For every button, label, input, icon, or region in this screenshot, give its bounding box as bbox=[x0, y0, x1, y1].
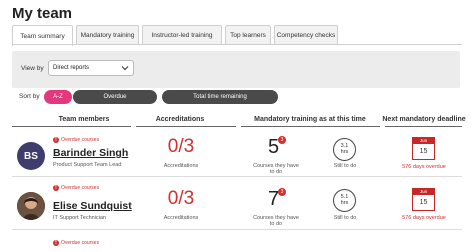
col-underline bbox=[12, 126, 131, 127]
col-mandatory-training: Mandatory training as at this time bbox=[254, 116, 366, 123]
avatar: BS bbox=[17, 142, 45, 170]
accreditations-label: Accreditations bbox=[163, 163, 199, 169]
deadline-overdue: 576 days overdue bbox=[402, 215, 446, 221]
deadline-overdue: 576 days overdue bbox=[402, 164, 446, 170]
accreditations-label: Accreditations bbox=[163, 215, 199, 221]
col-underline bbox=[385, 126, 462, 127]
courses-label: Courses they have to do bbox=[253, 215, 299, 227]
view-by-value: Direct reports bbox=[53, 65, 90, 71]
sort-total-time-button[interactable]: Total time remaining bbox=[162, 90, 278, 104]
member-role: IT Support Technician bbox=[53, 215, 106, 221]
member-role: Product Support Team Lead bbox=[53, 162, 122, 168]
clock-icon: 5.1 hrs bbox=[333, 189, 356, 212]
col-accreditations: Accreditations bbox=[155, 116, 205, 123]
overdue-courses-tag: ! Overdue courses bbox=[53, 240, 99, 246]
hours-unit: hrs bbox=[340, 149, 349, 155]
calendar-icon: Jun 15 bbox=[412, 137, 435, 160]
clock-icon: 3.1 hrs bbox=[333, 138, 356, 161]
tab-instructor-led-training[interactable]: Instructor-led training bbox=[142, 25, 222, 45]
accreditations-value: 0/3 bbox=[167, 136, 195, 157]
deadline-day: 15 bbox=[419, 148, 428, 155]
accreditations-value: 0/3 bbox=[167, 188, 195, 209]
filter-panel: View by Direct reports bbox=[12, 51, 460, 88]
row-divider bbox=[12, 176, 462, 177]
person-photo-icon bbox=[17, 192, 45, 220]
member-name-link[interactable]: Elise Sundquist bbox=[53, 200, 132, 212]
col-team-members: Team members bbox=[58, 116, 110, 123]
tab-competency-checks[interactable]: Competency checks bbox=[274, 25, 338, 45]
alert-icon: ! bbox=[53, 240, 59, 246]
calendar-icon: Jun 15 bbox=[412, 188, 435, 211]
col-underline bbox=[241, 126, 380, 127]
hours-label: Still to do bbox=[333, 215, 357, 221]
page-title: My team bbox=[12, 5, 73, 22]
member-name-link[interactable]: Barinder Singh bbox=[53, 147, 128, 159]
tab-bar: Team summary Mandatory training Instruct… bbox=[12, 25, 341, 46]
courses-label: Courses they have to do bbox=[253, 163, 299, 175]
tab-top-learners[interactable]: Top learners bbox=[225, 25, 271, 45]
alert-icon: ! bbox=[53, 185, 59, 191]
sort-by-label: Sort by bbox=[19, 93, 40, 100]
tab-mandatory-training[interactable]: Mandatory training bbox=[76, 25, 139, 45]
alert-icon: ! bbox=[53, 137, 59, 143]
hours-label: Still to do bbox=[333, 163, 357, 169]
view-by-select[interactable]: Direct reports bbox=[48, 60, 134, 76]
col-underline bbox=[136, 126, 236, 127]
tab-team-summary[interactable]: Team summary bbox=[12, 25, 73, 46]
overdue-courses-tag: ! Overdue courses bbox=[53, 185, 99, 191]
sort-overdue-button[interactable]: Overdue bbox=[73, 90, 157, 104]
overdue-courses-tag: ! Overdue courses bbox=[53, 137, 99, 143]
avatar-photo bbox=[17, 192, 45, 220]
deadline-day: 15 bbox=[419, 199, 428, 206]
col-next-deadline: Next mandatory deadline bbox=[382, 116, 466, 123]
tab-divider bbox=[12, 44, 462, 45]
row-divider bbox=[12, 229, 462, 230]
courses-badge: 3 bbox=[278, 136, 286, 144]
hours-unit: hrs bbox=[340, 200, 349, 206]
chevron-down-icon bbox=[121, 66, 129, 71]
sort-az-button[interactable]: A-Z bbox=[44, 90, 72, 104]
view-by-label: View by bbox=[21, 65, 44, 72]
courses-badge: 3 bbox=[278, 188, 286, 196]
